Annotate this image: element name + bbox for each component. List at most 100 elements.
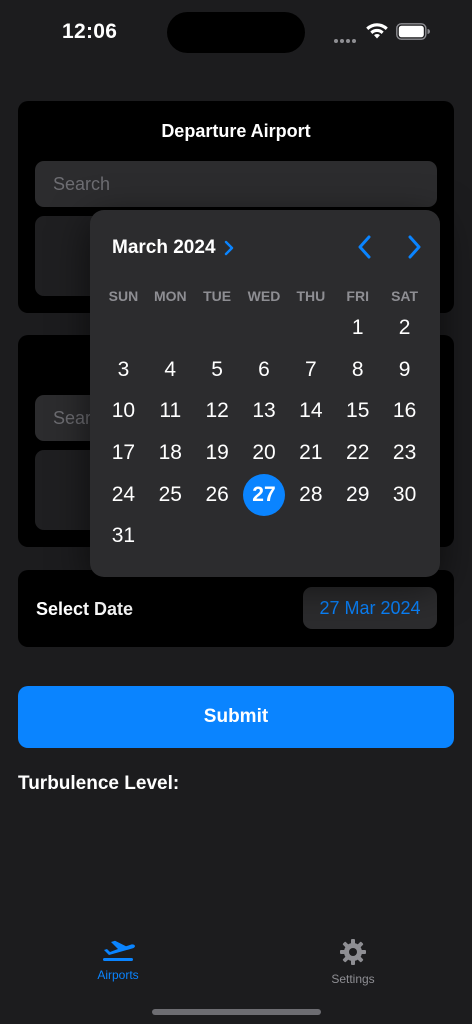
calendar-day-number: 16 xyxy=(392,399,417,423)
departure-search-input[interactable] xyxy=(35,161,437,207)
calendar-empty-cell xyxy=(287,307,334,349)
calendar-day-number: 11 xyxy=(159,399,182,423)
month-year-label: March 2024 xyxy=(112,237,216,258)
calendar-day[interactable]: 10 xyxy=(100,390,147,432)
weekday-label: MON xyxy=(153,288,187,304)
calendar-day-number: 31 xyxy=(111,524,136,548)
date-picker-button[interactable]: 27 Mar 2024 xyxy=(303,587,437,629)
calendar-day-number: 12 xyxy=(205,399,229,423)
calendar-day-number: 17 xyxy=(111,440,136,464)
calendar-grid: 1 2 3 4 5 6 7 8 9 10 11 12 13 14 15 16 17 18 19 20 21 22 23 24 2… xyxy=(100,307,428,557)
previous-month-button[interactable] xyxy=(353,234,377,260)
departure-title: Departure Airport xyxy=(161,121,311,141)
home-indicator xyxy=(152,1009,321,1015)
calendar-day-number: 3 xyxy=(117,357,130,381)
select-date-label: Select Date xyxy=(36,599,134,619)
calendar-popup: March 2024 SUN MON TUE WED THU FRI SAT 1234567… xyxy=(90,210,440,577)
signal-icon xyxy=(334,30,360,43)
dynamic-island xyxy=(167,12,305,53)
calendar-empty-cell xyxy=(100,307,147,349)
calendar-day-number: 24 xyxy=(111,482,136,506)
calendar-empty-cell xyxy=(241,307,288,349)
airplane-departure-icon xyxy=(103,940,135,961)
calendar-day-number: 20 xyxy=(252,440,276,464)
calendar-day[interactable]: 2 xyxy=(381,307,428,349)
calendar-day[interactable]: 12 xyxy=(194,390,241,432)
calendar-empty-cell xyxy=(194,307,241,349)
calendar-day[interactable]: 11 xyxy=(147,390,194,432)
calendar-day-number: 4 xyxy=(164,357,177,381)
calendar-empty-cell xyxy=(147,307,194,349)
calendar-day-number: 26 xyxy=(205,482,229,506)
weekday-label: TUE xyxy=(203,288,232,304)
date-card: Select Date 27 Mar 2024 xyxy=(18,570,454,647)
status-time: 12:06 xyxy=(62,20,118,43)
turbulence-level-label: Turbulence Level: xyxy=(18,773,180,794)
calendar-day[interactable]: 4 xyxy=(147,349,194,391)
calendar-day[interactable]: 26 xyxy=(194,474,241,516)
gear-icon xyxy=(340,939,366,965)
calendar-day[interactable]: 23 xyxy=(381,432,428,474)
calendar-day[interactable]: 30 xyxy=(381,474,428,516)
departure-search-field[interactable] xyxy=(35,161,437,207)
weekday-label: FRI xyxy=(346,288,369,304)
tab-airports-label: Airports xyxy=(97,968,139,982)
calendar-day[interactable]: 3 xyxy=(100,349,147,391)
calendar-day-number: 19 xyxy=(205,440,229,464)
calendar-day-number: 30 xyxy=(392,482,417,506)
calendar-day-number: 27 xyxy=(242,473,285,516)
status-bar: 12:06 xyxy=(0,0,472,60)
next-month-button[interactable] xyxy=(402,234,426,260)
calendar-day-number: 15 xyxy=(346,399,370,423)
calendar-day-number: 25 xyxy=(158,482,182,506)
calendar-day[interactable]: 9 xyxy=(381,349,428,391)
calendar-day-number: 22 xyxy=(346,440,370,464)
calendar-day[interactable]: 7 xyxy=(287,349,334,391)
calendar-day[interactable]: 28 xyxy=(287,474,334,516)
calendar-day[interactable]: 17 xyxy=(100,432,147,474)
wifi-icon xyxy=(366,23,388,39)
tab-settings-label: Settings xyxy=(331,972,375,986)
calendar-day[interactable]: 14 xyxy=(287,390,334,432)
tab-settings[interactable]: Settings xyxy=(293,938,413,986)
weekday-label: WED xyxy=(247,288,281,304)
calendar-day-number: 1 xyxy=(351,315,364,339)
calendar-day-number: 7 xyxy=(305,357,317,381)
calendar-day-number: 13 xyxy=(252,399,276,423)
calendar-day-number: 21 xyxy=(299,440,323,464)
calendar-day-number: 23 xyxy=(392,440,417,464)
weekday-label: SUN xyxy=(108,288,139,304)
calendar-day[interactable]: 18 xyxy=(147,432,194,474)
calendar-day-number: 6 xyxy=(258,357,270,381)
calendar-day[interactable]: 16 xyxy=(381,390,428,432)
calendar-day-number: 10 xyxy=(111,399,136,423)
calendar-day[interactable]: 31 xyxy=(100,515,147,557)
calendar-day[interactable]: 6 xyxy=(241,349,288,391)
calendar-day[interactable]: 20 xyxy=(241,432,288,474)
weekday-label: THU xyxy=(296,288,326,304)
weekday-header: SUN MON TUE WED THU FRI SAT xyxy=(100,288,428,304)
calendar-day-number: 28 xyxy=(299,482,323,506)
calendar-day[interactable]: 29 xyxy=(334,474,381,516)
calendar-day-number: 8 xyxy=(351,357,364,381)
calendar-day[interactable]: 15 xyxy=(334,390,381,432)
calendar-day[interactable]: 1 xyxy=(334,307,381,349)
calendar-day[interactable]: 5 xyxy=(194,349,241,391)
calendar-day-selected[interactable]: 27 xyxy=(241,473,288,516)
calendar-day-number: 14 xyxy=(299,399,323,423)
calendar-day-number: 18 xyxy=(158,440,182,464)
calendar-day[interactable]: 8 xyxy=(334,349,381,391)
calendar-day[interactable]: 21 xyxy=(287,432,334,474)
month-year-picker[interactable]: March 2024 xyxy=(112,237,234,259)
chevron-right-icon xyxy=(224,240,233,256)
calendar-day[interactable]: 13 xyxy=(241,390,288,432)
calendar-day[interactable]: 24 xyxy=(100,474,147,516)
calendar-day-number: 2 xyxy=(398,315,411,339)
calendar-day[interactable]: 22 xyxy=(334,432,381,474)
weekday-label: SAT xyxy=(391,288,419,304)
battery-icon xyxy=(396,23,430,40)
calendar-day[interactable]: 25 xyxy=(147,474,194,516)
calendar-day[interactable]: 19 xyxy=(194,432,241,474)
tab-airports[interactable]: Airports xyxy=(58,938,178,982)
submit-button[interactable]: Submit xyxy=(18,686,454,748)
